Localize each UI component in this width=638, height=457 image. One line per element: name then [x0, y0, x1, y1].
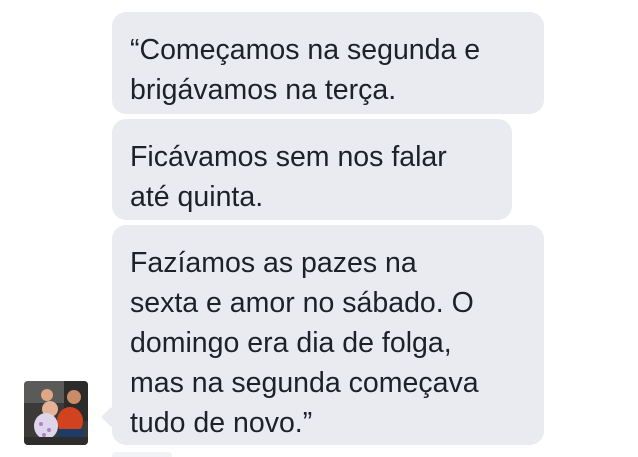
message-line: brigávamos na terça. [130, 74, 397, 106]
message-line: sexta e amor no sábado. O [130, 287, 474, 319]
message-bubble[interactable]: “Começamos na segunda e brigávamos na te… [112, 12, 544, 114]
profile-photo-icon [24, 381, 88, 445]
message-line: domingo era dia de folga, [130, 327, 452, 359]
message-line: “Começamos na segunda e [130, 34, 481, 66]
message-line: até quinta. [130, 181, 264, 213]
message-line: Fazíamos as pazes na [130, 247, 417, 279]
message-thread: “Começamos na segunda e brigávamos na te… [0, 0, 638, 457]
message-line: mas na segunda começava [130, 367, 479, 399]
message-bubble[interactable]: Ficávamos sem nos falar até quinta. [112, 119, 512, 220]
next-message-edge [112, 452, 172, 457]
message-line: tudo de novo.” [130, 407, 313, 439]
avatar[interactable] [24, 381, 88, 445]
message-line: Ficávamos sem nos falar [130, 141, 447, 173]
message-bubble[interactable]: Fazíamos as pazes na sexta e amor no sáb… [112, 225, 544, 445]
